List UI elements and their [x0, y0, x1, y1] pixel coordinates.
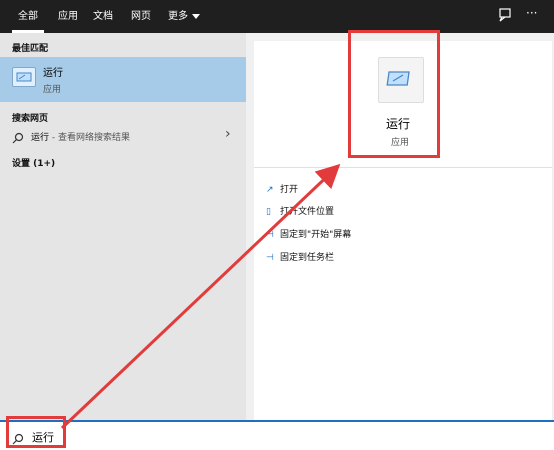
annotation-arrow — [60, 163, 341, 430]
